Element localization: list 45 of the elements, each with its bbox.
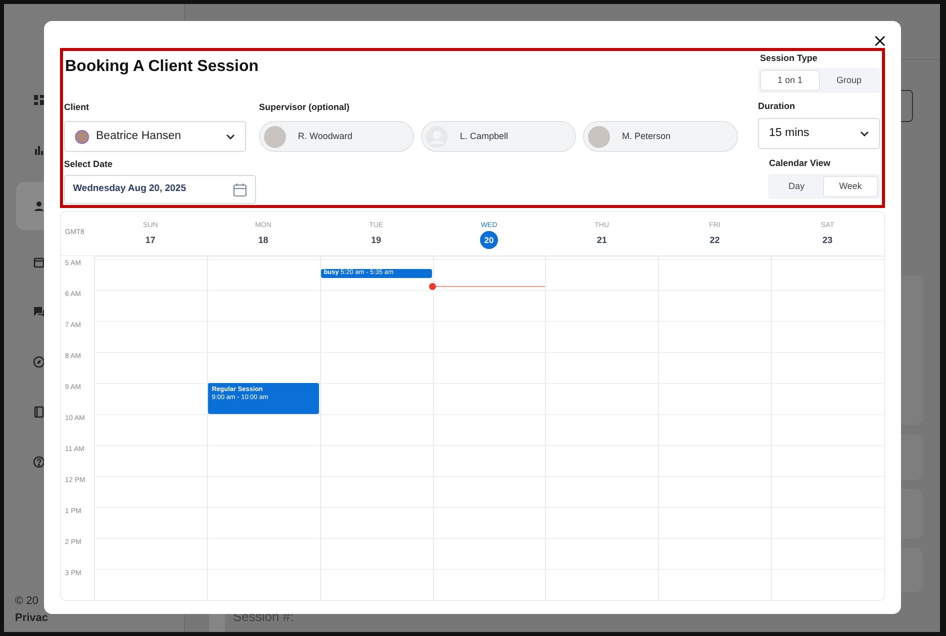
supervisor-option[interactable]: R. Woodward [259,121,414,152]
day-number[interactable]: 21 [596,234,607,246]
chevron-down-icon [860,130,869,136]
supervisor-option[interactable]: L. Campbell [421,121,576,152]
day-number[interactable]: 19 [371,234,382,246]
chevron-down-icon [226,134,235,140]
date-field[interactable]: Wednesday Aug 20, 2025 [64,175,256,204]
supervisor-option[interactable]: M. Peterson [583,121,738,152]
chat-icon[interactable] [33,306,45,318]
client-name: Beatrice Hansen [96,128,182,144]
privacy-link[interactable]: Privac [15,610,48,626]
photo-placeholder [264,126,286,148]
help-icon[interactable] [33,456,45,468]
toggle-option[interactable]: Group [820,70,878,91]
day-number[interactable]: 18 [258,234,268,246]
avatar-icon [75,130,89,144]
duration-value: 15 mins [769,126,810,141]
dialog-title: Booking A Client Session [65,57,260,77]
dashboard-icon[interactable] [33,94,45,106]
date-value: Wednesday Aug 20, 2025 [73,182,186,196]
close-button[interactable] [874,35,886,47]
field-label: Client [64,102,90,113]
copyright-text: © 20 [15,594,40,609]
duration-select[interactable]: 15 mins [758,118,880,149]
calendar-icon [233,182,247,196]
person-icon [426,126,448,148]
photo-placeholder [588,126,610,148]
toggle-option[interactable]: Day [770,176,823,197]
day-number[interactable]: 23 [822,234,833,246]
day-number[interactable]: 22 [710,234,720,246]
field-label: Calendar View [769,158,832,169]
calendar-icon[interactable] [33,256,45,268]
bar-chart-icon[interactable] [33,144,45,156]
field-label: Supervisor (optional) [259,102,351,113]
day-number[interactable]: 20 [480,231,498,249]
compass-icon[interactable] [33,356,45,368]
toggle-option[interactable]: Week [823,176,878,197]
field-label: Session Type [760,53,818,64]
field-label: Select Date [64,159,114,170]
book-icon[interactable] [33,406,45,418]
person-icon[interactable] [33,200,45,212]
day-number[interactable]: 17 [145,234,156,246]
client-select[interactable]: Beatrice Hansen [64,121,246,152]
field-label: Duration [758,101,796,112]
toggle-option[interactable]: 1 on 1 [760,70,820,91]
